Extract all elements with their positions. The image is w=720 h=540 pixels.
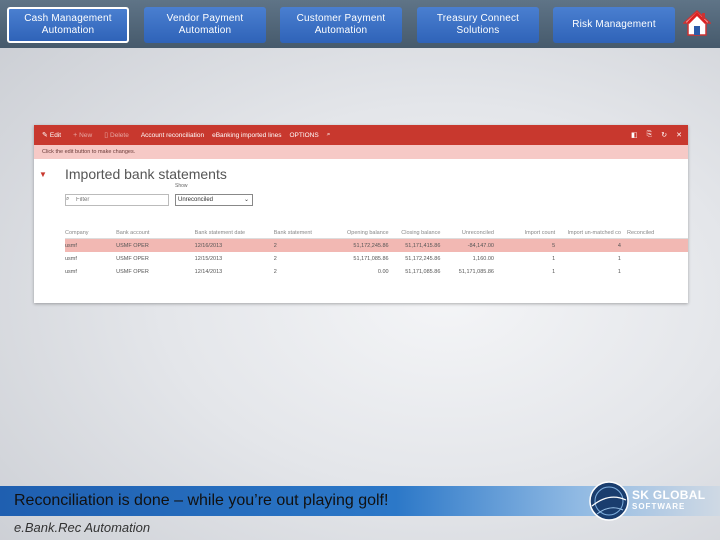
column-header[interactable]: Opening balance	[336, 227, 395, 239]
edit-message-bar: Click the edit button to make changes.	[34, 145, 688, 159]
table-cell: 51,171,085.86	[405, 268, 441, 275]
table-cell: 4	[561, 238, 627, 252]
table-cell: 51,172,245.86	[336, 238, 395, 252]
nav-risk-management[interactable]: Risk Management	[553, 7, 675, 43]
table-cell	[627, 252, 688, 265]
delete-button[interactable]: ▯ Delete	[104, 131, 129, 140]
page-title: Imported bank statements	[65, 166, 227, 182]
table-cell: 12/15/2013	[194, 255, 223, 262]
table-cell: 1	[552, 255, 556, 262]
pencil-icon: ✎	[42, 132, 48, 139]
column-header[interactable]: Reconciled	[626, 227, 688, 239]
table-cell: 51,172,245.86	[405, 255, 441, 262]
table-cell	[626, 238, 688, 252]
imported-bank-statements-window: ✎ Edit + New ▯ Delete Account reconciliatio…	[34, 125, 688, 303]
table-cell: -84,147.00	[446, 238, 500, 252]
table-cell: usmf	[65, 268, 77, 275]
column-header[interactable]: Bank statement date	[194, 227, 274, 239]
column-header[interactable]: Import un-matched co	[561, 227, 627, 239]
slide-subtitle: e.Bank.Rec Automation	[14, 520, 151, 535]
table-cell: 2	[273, 255, 277, 262]
filter-icon[interactable]: ▼	[39, 170, 47, 179]
column-header[interactable]: Bank account	[116, 227, 195, 239]
column-header[interactable]: Unreconciled	[446, 227, 500, 239]
table-cell: 2	[273, 268, 277, 275]
table-cell: 2	[273, 238, 337, 252]
close-icon[interactable]: ✕	[676, 131, 682, 139]
skg-logo-icon	[589, 481, 629, 521]
table-cell: 1	[617, 268, 621, 275]
edit-button[interactable]: ✎ Edit	[42, 131, 61, 140]
bank-statements-table: Company Bank account Bank statement date…	[65, 227, 688, 278]
table-cell: 51,171,415.86	[394, 238, 447, 252]
app-toolbar: ✎ Edit + New ▯ Delete Account reconciliatio…	[34, 125, 688, 145]
column-header[interactable]: Closing balance	[394, 227, 447, 239]
new-button[interactable]: + New	[73, 132, 92, 139]
search-icon: ⌕	[66, 196, 70, 202]
show-label: Show	[175, 183, 188, 189]
logo-text-line2: SOFTWARE	[632, 502, 686, 511]
column-header[interactable]: Company	[65, 227, 117, 239]
sk-global-logo: SK GLOBAL SOFTWARE	[588, 480, 708, 522]
column-header[interactable]: Import count	[499, 227, 562, 239]
home-icon[interactable]	[683, 9, 711, 37]
refresh-icon[interactable]: ↻	[661, 131, 667, 139]
nav-customer-payment[interactable]: Customer Payment Automation	[280, 7, 402, 43]
office-icon[interactable]: ◧	[631, 131, 638, 139]
table-cell: usmf	[65, 238, 117, 252]
table-cell: USMF OPER	[116, 255, 149, 262]
account-reconciliation-button[interactable]: Account reconciliation	[141, 132, 204, 139]
show-dropdown[interactable]: Unreconciled ⌄	[175, 194, 253, 206]
search-icon[interactable]: ⌕	[327, 131, 331, 139]
table-cell: 51,171,085.86	[458, 268, 494, 275]
table-cell: 0.00	[377, 268, 389, 275]
logo-text-line1: SK GLOBAL	[632, 488, 706, 502]
column-header[interactable]: Bank statement	[273, 227, 337, 239]
table-row[interactable]: usmf USMF OPER 12/15/2013 2 51,171,085.8…	[65, 252, 688, 265]
banner-headline: Reconciliation is done – while you’re ou…	[14, 492, 389, 509]
nav-treasury-connect[interactable]: Treasury Connect Solutions	[417, 7, 539, 43]
table-row[interactable]: usmf USMF OPER 12/14/2013 2 0.00 51,171,…	[65, 265, 688, 278]
table-row[interactable]: usmf USMF OPER 12/16/2013 2 51,172,245.8…	[65, 238, 688, 252]
table-cell: 1,160.00	[472, 255, 494, 262]
trash-icon: ▯	[104, 132, 109, 139]
table-cell: 1	[552, 268, 556, 275]
table-cell: 12/16/2013	[194, 238, 274, 252]
options-tab[interactable]: OPTIONS	[289, 132, 318, 139]
table-cell: 1	[617, 255, 621, 262]
plus-icon: +	[73, 131, 78, 139]
nav-cash-management[interactable]: Cash Management Automation	[7, 7, 129, 43]
top-navigation: Cash Management Automation Vendor Paymen…	[0, 0, 720, 48]
table-header-row: Company Bank account Bank statement date…	[65, 227, 688, 239]
table-cell: 12/14/2013	[194, 268, 223, 275]
table-cell: USMF OPER	[116, 238, 195, 252]
table-cell: USMF OPER	[116, 268, 149, 275]
filter-input[interactable]	[65, 194, 169, 206]
table-cell: usmf	[65, 255, 77, 262]
table-cell: 51,171,085.86	[353, 255, 389, 262]
chevron-down-icon: ⌄	[243, 197, 249, 203]
attach-icon[interactable]: ⎘	[647, 131, 653, 139]
nav-vendor-payment[interactable]: Vendor Payment Automation	[144, 7, 266, 43]
ebanking-imported-lines-button[interactable]: eBanking imported lines	[212, 132, 281, 139]
table-cell: 5	[499, 238, 562, 252]
table-cell	[627, 265, 688, 278]
